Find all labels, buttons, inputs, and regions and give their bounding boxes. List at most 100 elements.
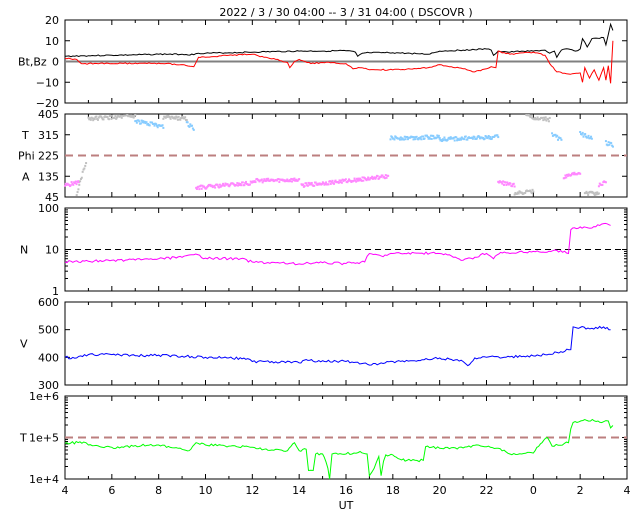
phi-point-away [298, 178, 301, 181]
phi-point-other [548, 116, 551, 119]
x-tick-label: 22 [480, 484, 494, 497]
y-tick-label: 1e+6 [29, 390, 59, 403]
phi-point-away [579, 172, 582, 175]
phi-point-away [387, 174, 390, 177]
phi-point-away [303, 185, 306, 188]
phi-point-toward [483, 137, 486, 140]
phi-point-other [80, 176, 83, 179]
phi-point-toward [556, 134, 559, 137]
phi-point-other [85, 162, 88, 165]
phi-point-toward [437, 134, 440, 137]
phi-point-toward [607, 141, 610, 144]
y-tick-label: 400 [38, 351, 59, 364]
phi-point-away [243, 184, 246, 187]
phi-point-other [75, 194, 78, 197]
phi-point-toward [582, 135, 585, 138]
x-tick-label: 20 [433, 484, 447, 497]
phi-point-toward [188, 125, 191, 128]
phi-point-toward [551, 132, 554, 135]
panel-velocity: 600500400300V [20, 296, 628, 392]
y-axis-label: Phi [18, 150, 35, 163]
phi-point-away [509, 182, 512, 185]
phi-point-toward [135, 121, 138, 124]
phi-point-toward [430, 137, 433, 140]
phi-point-toward [393, 138, 396, 141]
y-axis-label: Bt,Bz [18, 56, 47, 69]
x-tick-label: 16 [339, 484, 353, 497]
y-tick-label: 100 [38, 202, 59, 215]
y-axis-label: N [20, 244, 28, 257]
phi-point-away [267, 177, 270, 180]
phi-point-toward [560, 138, 563, 141]
phi-point-away [331, 179, 334, 182]
phi-point-other [597, 192, 600, 195]
phi-point-other [83, 167, 86, 170]
phi-point-other [134, 114, 137, 116]
x-tick-label: 18 [386, 484, 400, 497]
phi-point-away [75, 183, 78, 186]
phi-point-away [313, 184, 316, 187]
phi-point-other [169, 117, 172, 120]
panel-frame [64, 301, 628, 386]
phi-point-toward [584, 133, 587, 136]
phi-point-toward [463, 138, 466, 141]
series-n-line [64, 222, 611, 266]
phi-point-toward [466, 138, 469, 141]
phi-point-toward [161, 124, 164, 127]
phi-point-toward [443, 136, 446, 139]
phi-point-toward [581, 131, 584, 134]
phi-point-toward [554, 133, 557, 136]
phi-point-toward [389, 138, 392, 141]
phi-point-away [200, 187, 203, 190]
phi-point-toward [590, 137, 593, 140]
phi-point-away [385, 176, 388, 179]
y-tick-label: 600 [38, 296, 59, 309]
phi-point-away [513, 185, 516, 188]
y-tick-label: 20 [45, 14, 59, 27]
phi-point-toward [438, 137, 441, 140]
phi-point-away [327, 183, 330, 186]
phi-point-toward [587, 134, 590, 137]
y-tick-label: 10 [45, 244, 59, 257]
phi-point-away [241, 181, 244, 184]
y-axis-label: A [22, 170, 30, 183]
phi-point-away [245, 180, 248, 183]
phi-point-away [254, 181, 257, 184]
phi-point-other [84, 164, 87, 167]
phi-point-toward [404, 138, 407, 141]
solar-wind-chart: 2022 / 3 / 30 04:00 -- 3 / 31 04:00 ( DS… [18, 6, 631, 512]
phi-point-away [340, 181, 343, 184]
phi-point-away [376, 175, 379, 178]
x-axis-label: UT [339, 499, 354, 512]
phi-point-other [81, 170, 84, 173]
phi-point-away [278, 181, 281, 184]
phi-point-toward [186, 121, 189, 124]
y-tick-label: 1e+4 [29, 473, 59, 486]
phi-point-other [111, 114, 114, 117]
phi-point-toward [414, 138, 417, 141]
phi-point-other [179, 118, 182, 121]
x-tick-label: 4 [624, 484, 631, 497]
phi-point-away [597, 185, 600, 188]
phi-point-away [604, 181, 607, 184]
phi-point-away [214, 186, 217, 189]
phi-point-away [344, 178, 347, 181]
y-axis-label: T [19, 432, 27, 445]
y-tick-label: 315 [38, 129, 59, 142]
phi-point-other [536, 116, 539, 119]
phi-point-toward [145, 121, 148, 124]
y-tick-label: 405 [38, 108, 59, 121]
phi-point-toward [496, 134, 499, 137]
phi-point-other [184, 116, 187, 119]
phi-point-toward [490, 137, 493, 140]
phi-point-other [120, 116, 123, 119]
x-tick-label: 2 [577, 484, 584, 497]
phi-point-away [332, 182, 335, 185]
phi-point-toward [191, 124, 194, 127]
phi-point-other [177, 115, 180, 118]
panel-phi: 40531522513545TPhiA [18, 108, 628, 204]
phi-point-other [587, 194, 590, 197]
phi-point-toward [610, 142, 613, 145]
phi-point-toward [423, 137, 426, 140]
phi-point-toward [156, 126, 159, 129]
